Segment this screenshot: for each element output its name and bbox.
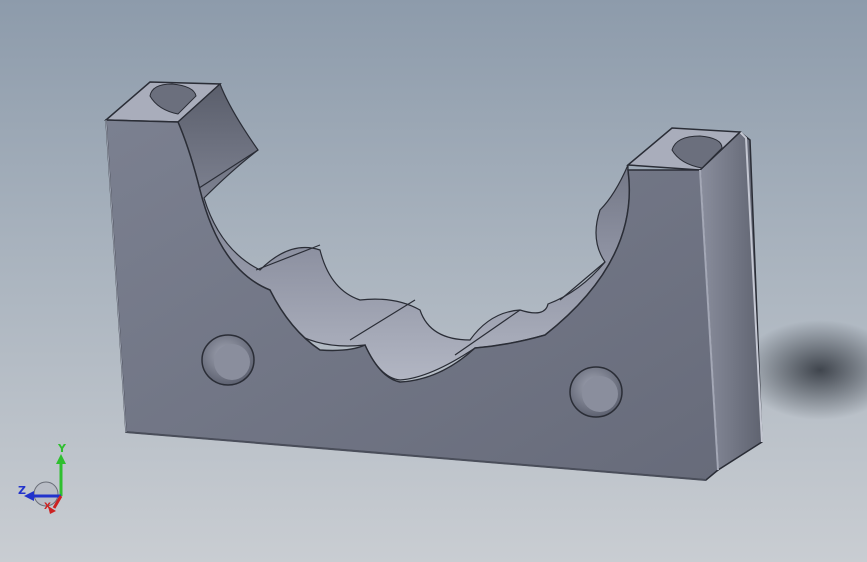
reference-triad[interactable]: Y Z X [14,440,74,520]
y-axis-label: Y [58,442,66,455]
left-mounting-hole-inner [214,344,250,380]
cad-model-view[interactable] [0,0,867,562]
z-axis-label: Z [18,484,26,497]
x-axis-label: X [44,502,51,512]
right-mounting-hole-inner [582,376,618,412]
y-axis-arrow-icon [56,454,66,464]
graphics-viewport[interactable]: Y Z X [0,0,867,562]
